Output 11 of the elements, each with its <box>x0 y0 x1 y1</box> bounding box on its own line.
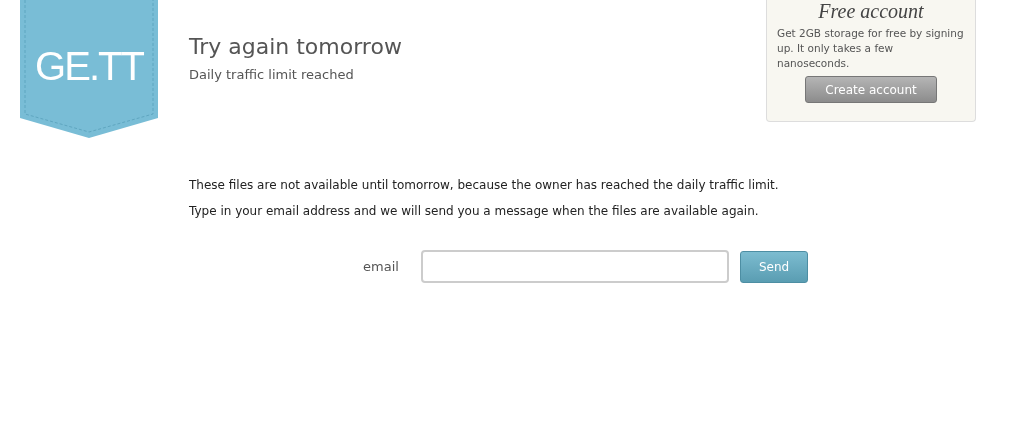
message-text: These files are not available until tomorrow, because the owner has reached the daily traffic limit. <box>189 178 780 192</box>
promo-text: Get 2GB storage for free by signing up. It only takes a few nanoseconds. <box>777 26 965 71</box>
page-title: Try again tomorrow <box>189 34 403 59</box>
message-text: Type in your email address and we will send you a message when the files are available again. <box>189 204 760 218</box>
promo-title: Free account <box>817 0 925 22</box>
logo-text: GE.TT <box>34 43 145 90</box>
send-button[interactable]: Send <box>740 250 808 283</box>
page-subtitle: Daily traffic limit reached <box>189 67 355 82</box>
email-field[interactable] <box>421 250 729 283</box>
create-account-button[interactable]: Create account <box>805 76 937 103</box>
email-label: email <box>363 259 400 274</box>
